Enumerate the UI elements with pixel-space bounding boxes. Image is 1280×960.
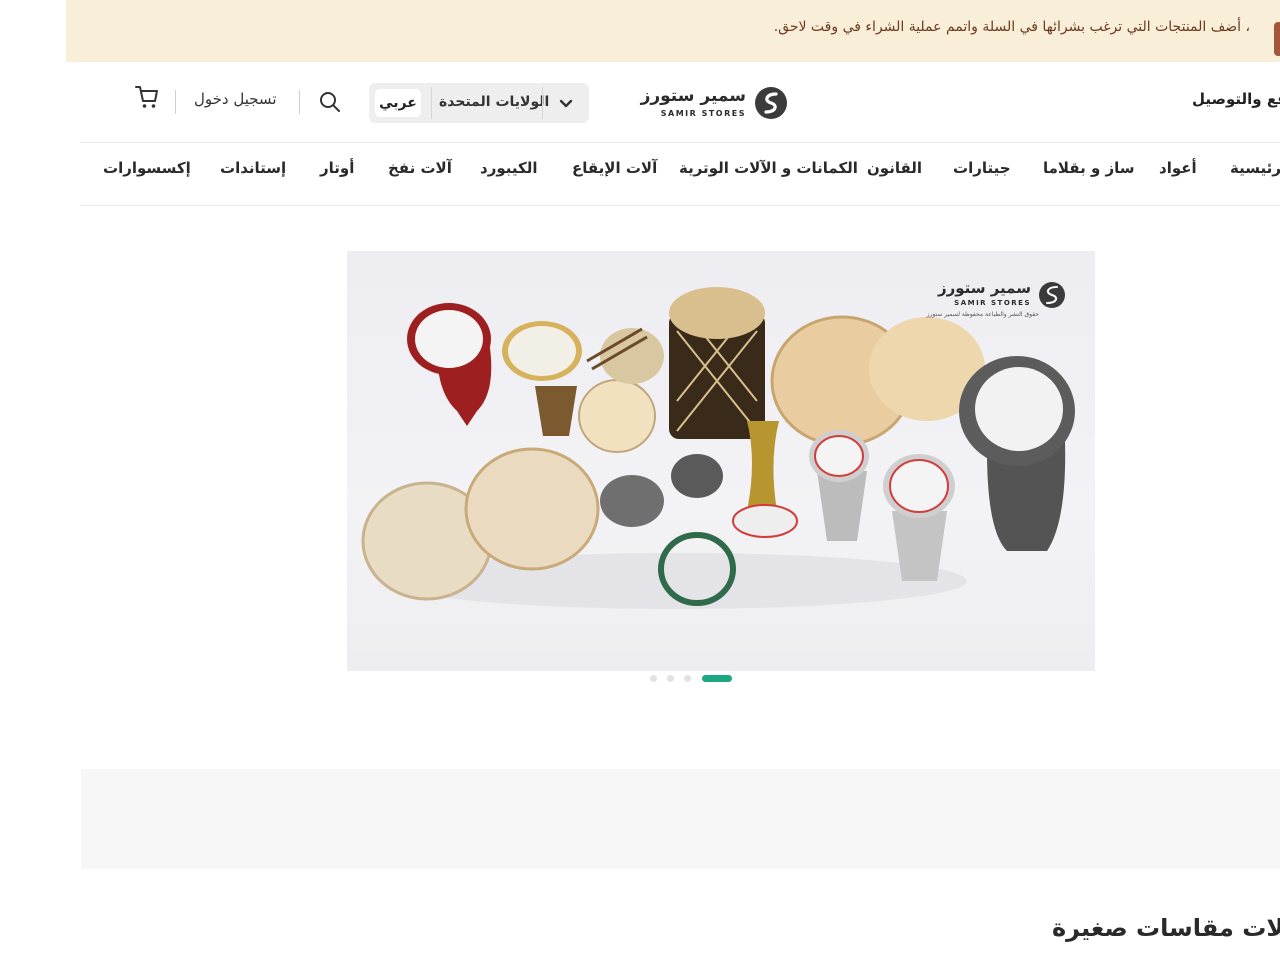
country-selector[interactable]: الولايات المتحدة (439, 94, 549, 110)
slider-dot[interactable] (650, 675, 657, 682)
content-placeholder-strip (81, 769, 1280, 869)
announcement-banner: ، أضف المنتجات التي ترغب بشرائها في السل… (66, 0, 1280, 62)
logo-name-ar: سمير ستورز (640, 86, 746, 106)
region-divider (431, 87, 432, 119)
chevron-down-icon[interactable] (553, 93, 579, 113)
slider-dot[interactable] (667, 675, 674, 682)
section-title: و آلات مقاسات صغيرة (1052, 914, 1280, 942)
search-icon[interactable] (318, 90, 342, 114)
payment-delivery-link[interactable]: دفع والتوصيل (1192, 90, 1280, 108)
nav-item-violins[interactable]: الكمانات و الآلات الوترية (679, 159, 858, 177)
logo-mark-icon (755, 87, 787, 119)
language-selector[interactable]: عربي (375, 89, 421, 117)
cart-icon[interactable] (134, 84, 160, 110)
site-header: دفع والتوصيل سمير ستورز SAMIR STORES عرب… (66, 62, 1280, 142)
nav-item-wind[interactable]: آلات نفخ (388, 159, 452, 177)
nav-item-ouds[interactable]: أعواد (1159, 159, 1197, 177)
slider-pagination (650, 675, 734, 683)
region-selector[interactable]: عربي الولايات المتحدة (369, 83, 589, 123)
region-divider (542, 87, 543, 119)
nav-item-stands[interactable]: إستاندات (220, 159, 286, 177)
hero-watermark-en: SAMIR STORES (954, 299, 1031, 307)
announcement-text: ، أضف المنتجات التي ترغب بشرائها في السل… (774, 19, 1250, 35)
nav-item-accessories[interactable]: إكسسوارات (103, 159, 191, 177)
nav-item-home[interactable]: الرئيسية (1230, 159, 1280, 177)
main-nav: الرئيسية أعواد ساز و بقلاما جيتارات القا… (80, 142, 1280, 206)
login-link[interactable]: تسجيل دخول (194, 90, 277, 108)
hero-slider[interactable]: سمير ستورز SAMIR STORES حقوق النشر والطب… (347, 251, 1095, 671)
nav-item-guitars[interactable]: جيتارات (953, 159, 1011, 177)
hero-watermark-ar: سمير ستورز (937, 279, 1031, 297)
announcement-side-tab[interactable] (1274, 22, 1280, 56)
slider-dot[interactable] (684, 675, 691, 682)
hero-watermark-note: حقوق النشر والطباعة محفوظة لسمير ستورز (926, 311, 1039, 318)
header-divider (299, 90, 300, 114)
announcement-message: أضف المنتجات التي ترغب بشرائها في السلة … (773, 19, 1242, 35)
nav-item-percussion[interactable]: آلات الإيقاع (572, 159, 657, 177)
logo-name-en: SAMIR STORES (660, 109, 746, 118)
nav-item-saz[interactable]: ساز و بقلاما (1043, 159, 1135, 177)
site-logo[interactable]: سمير ستورز SAMIR STORES (641, 84, 788, 124)
header-divider (175, 90, 176, 114)
nav-item-strings[interactable]: أوتار (320, 159, 354, 177)
nav-item-qanun[interactable]: القانون (867, 159, 922, 177)
nav-item-keyboards[interactable]: الكيبورد (480, 159, 537, 177)
slider-dot-active[interactable] (702, 675, 732, 682)
announcement-bullet: ، (1245, 19, 1250, 35)
